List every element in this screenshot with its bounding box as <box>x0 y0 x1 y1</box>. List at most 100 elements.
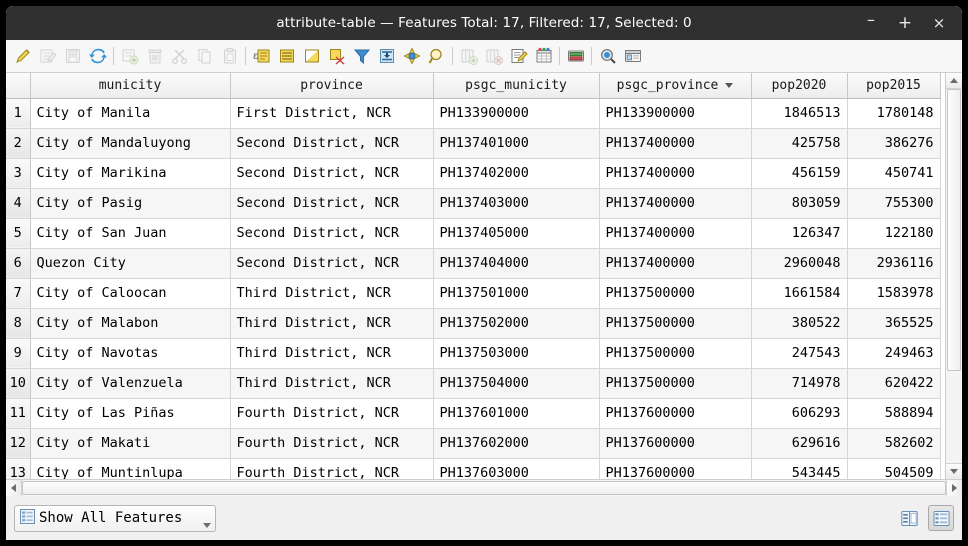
table-corner-header[interactable] <box>6 73 31 99</box>
open-field-calculator-icon[interactable] <box>506 43 531 69</box>
table-row[interactable]: 4 City of Pasig Second District, NCR PH1374… <box>6 188 941 219</box>
cell-pop2015[interactable]: 249463 <box>847 338 941 369</box>
cell-psgc_province[interactable]: PH137500000 <box>599 368 752 399</box>
vertical-scrollbar[interactable] <box>945 73 962 479</box>
scroll-down-button[interactable] <box>946 463 962 479</box>
minimize-button[interactable]: – <box>854 6 888 42</box>
row-index-cell[interactable]: 4 <box>6 188 31 219</box>
delete-field-icon[interactable] <box>481 43 506 69</box>
cell-municity[interactable]: City of Navotas <box>30 338 231 369</box>
horizontal-scrollbar[interactable] <box>6 479 962 496</box>
column-header-pop2020[interactable]: pop2020 <box>751 73 848 99</box>
row-index-cell[interactable]: 6 <box>6 248 31 279</box>
cell-municity[interactable]: City of Muntinlupa <box>30 458 231 479</box>
cell-municity[interactable]: City of Pasig <box>30 188 231 219</box>
toggle-editing-icon[interactable] <box>10 43 35 69</box>
multi-edit-icon[interactable] <box>35 43 60 69</box>
cell-psgc_municity[interactable]: PH133900000 <box>433 98 600 129</box>
row-index-cell[interactable]: 2 <box>6 128 31 159</box>
vertical-scroll-track[interactable] <box>946 89 962 463</box>
cell-pop2020[interactable]: 543445 <box>751 458 848 479</box>
cell-psgc_province[interactable]: PH137500000 <box>599 308 752 339</box>
cell-pop2015[interactable]: 1780148 <box>847 98 941 129</box>
organize-columns-icon[interactable] <box>563 43 588 69</box>
move-selection-to-top-icon[interactable] <box>374 43 399 69</box>
cell-pop2015[interactable]: 2936116 <box>847 248 941 279</box>
cell-pop2020[interactable]: 2960048 <box>751 248 848 279</box>
cell-pop2020[interactable]: 606293 <box>751 398 848 429</box>
cell-psgc_municity[interactable]: PH137501000 <box>433 278 600 309</box>
scroll-right-button[interactable] <box>946 480 962 496</box>
cell-pop2020[interactable]: 629616 <box>751 428 848 459</box>
cell-pop2020[interactable]: 380522 <box>751 308 848 339</box>
cell-psgc_municity[interactable]: PH137602000 <box>433 428 600 459</box>
select-all-icon[interactable] <box>274 43 299 69</box>
cell-pop2015[interactable]: 582602 <box>847 428 941 459</box>
cell-province[interactable]: Fourth District, NCR <box>230 428 434 459</box>
cell-psgc_province[interactable]: PH137600000 <box>599 428 752 459</box>
cell-province[interactable]: Second District, NCR <box>230 218 434 249</box>
delete-selected-icon[interactable] <box>142 43 167 69</box>
cell-psgc_municity[interactable]: PH137404000 <box>433 248 600 279</box>
column-header-province[interactable]: province <box>230 73 434 99</box>
cell-province[interactable]: First District, NCR <box>230 98 434 129</box>
cell-pop2020[interactable]: 714978 <box>751 368 848 399</box>
table-row[interactable]: 8 City of Malabon Third District, NCR PH137… <box>6 308 941 339</box>
cell-municity[interactable]: City of Marikina <box>30 158 231 189</box>
maximize-button[interactable]: + <box>888 8 922 38</box>
paste-features-icon[interactable] <box>217 43 242 69</box>
cell-pop2020[interactable]: 1661584 <box>751 278 848 309</box>
dock-attribute-table-icon[interactable] <box>620 43 645 69</box>
row-index-cell[interactable]: 5 <box>6 218 31 249</box>
invert-selection-icon[interactable] <box>299 43 324 69</box>
row-index-cell[interactable]: 9 <box>6 338 31 369</box>
select-by-expression-icon[interactable]: ε <box>249 43 274 69</box>
cell-pop2020[interactable]: 425758 <box>751 128 848 159</box>
form-view-button[interactable] <box>896 505 922 531</box>
cell-psgc_province[interactable]: PH137400000 <box>599 128 752 159</box>
table-row[interactable]: 5 City of San Juan Second District, NCR PH1… <box>6 218 941 249</box>
pan-to-selected-icon[interactable] <box>399 43 424 69</box>
horizontal-scroll-track[interactable] <box>22 480 946 496</box>
cell-pop2020[interactable]: 456159 <box>751 158 848 189</box>
cell-psgc_province[interactable]: PH137400000 <box>599 218 752 249</box>
column-header-municity[interactable]: municity <box>30 73 231 99</box>
cell-pop2015[interactable]: 450741 <box>847 158 941 189</box>
table-row[interactable]: 10 City of Valenzuela Third District, NCR P… <box>6 368 941 399</box>
row-index-cell[interactable]: 8 <box>6 308 31 339</box>
cell-psgc_municity[interactable]: PH137405000 <box>433 218 600 249</box>
table-row[interactable]: 9 City of Navotas Third District, NCR PH137… <box>6 338 941 369</box>
cell-psgc_province[interactable]: PH137400000 <box>599 158 752 189</box>
deselect-all-icon[interactable] <box>324 43 349 69</box>
add-feature-icon[interactable] <box>117 43 142 69</box>
row-index-cell[interactable]: 10 <box>6 368 31 399</box>
cell-province[interactable]: Third District, NCR <box>230 278 434 309</box>
cell-psgc_municity[interactable]: PH137504000 <box>433 368 600 399</box>
cell-pop2015[interactable]: 620422 <box>847 368 941 399</box>
cell-province[interactable]: Third District, NCR <box>230 338 434 369</box>
new-field-icon[interactable] <box>456 43 481 69</box>
cell-psgc_municity[interactable]: PH137401000 <box>433 128 600 159</box>
column-header-psgc-municity[interactable]: psgc_municity <box>433 73 600 99</box>
cell-psgc_province[interactable]: PH137500000 <box>599 338 752 369</box>
cell-psgc_province[interactable]: PH137600000 <box>599 398 752 429</box>
cell-pop2015[interactable]: 504509 <box>847 458 941 479</box>
cell-municity[interactable]: City of San Juan <box>30 218 231 249</box>
scroll-up-button[interactable] <box>946 73 962 89</box>
cell-pop2015[interactable]: 386276 <box>847 128 941 159</box>
cell-municity[interactable]: City of Manila <box>30 98 231 129</box>
scroll-left-button[interactable] <box>6 480 22 496</box>
table-view-button[interactable] <box>928 505 954 531</box>
cell-pop2020[interactable]: 803059 <box>751 188 848 219</box>
cell-pop2020[interactable]: 126347 <box>751 218 848 249</box>
column-header-pop2015[interactable]: pop2015 <box>847 73 941 99</box>
row-index-cell[interactable]: 11 <box>6 398 31 429</box>
title-bar[interactable]: attribute-table — Features Total: 17, Fi… <box>6 6 962 40</box>
cell-pop2020[interactable]: 1846513 <box>751 98 848 129</box>
table-row[interactable]: 2 City of Mandaluyong Second District, NCR… <box>6 128 941 159</box>
cell-psgc_municity[interactable]: PH137601000 <box>433 398 600 429</box>
save-edits-icon[interactable] <box>60 43 85 69</box>
cell-municity[interactable]: City of Valenzuela <box>30 368 231 399</box>
cell-pop2015[interactable]: 365525 <box>847 308 941 339</box>
column-header-psgc-province[interactable]: psgc_province <box>599 73 752 99</box>
